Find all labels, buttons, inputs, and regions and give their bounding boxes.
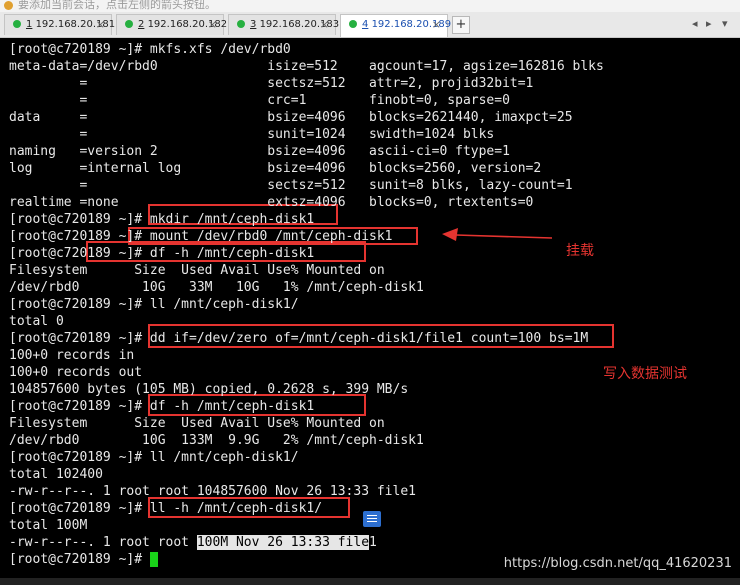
bottom-strip	[0, 578, 740, 585]
write-test-annotation: 写入数据测试	[603, 363, 687, 383]
terminal-line: [root@c720189 ~]# mkdir /mnt/ceph-disk1	[9, 211, 314, 228]
tab-number: 1	[26, 19, 32, 30]
terminal-line: -rw-r--r--. 1 root root 104857600 Nov 26…	[9, 483, 416, 500]
document-icon	[363, 511, 381, 527]
terminal-line: total 102400	[9, 466, 103, 483]
annotation-arrow	[440, 226, 555, 246]
terminal-line: data = bsize=4096 blocks=2621440, imaxpc…	[9, 109, 573, 126]
terminal-line: [root@c720189 ~]#	[9, 551, 150, 568]
tab-session-3[interactable]: 3 192.168.20.183 ×	[228, 14, 336, 35]
tab-list-dropdown-icon[interactable]: ▾	[722, 17, 728, 30]
terminal-line: log =internal log bsize=4096 blocks=2560…	[9, 160, 541, 177]
terminal-line: Filesystem Size Used Avail Use% Mounted …	[9, 415, 385, 432]
connected-status-icon	[125, 20, 133, 28]
notification-text: 要添加当前会话，点击左侧的箭头按钮。	[18, 0, 216, 12]
terminal-line: [root@c720189 ~]# ll /mnt/ceph-disk1/	[9, 449, 299, 466]
terminal-line: = sectsz=512 sunit=8 blks, lazy-count=1	[9, 177, 573, 194]
terminal-output[interactable]: 挂载 写入数据测试 https://blog.csdn.net/qq_41620…	[0, 38, 740, 585]
connected-status-icon	[349, 20, 357, 28]
close-tab-icon[interactable]: ×	[96, 15, 105, 35]
close-tab-icon[interactable]: ×	[432, 15, 441, 35]
terminal-line: [root@c720189 ~]# dd if=/dev/zero of=/mn…	[9, 330, 588, 347]
tab-number: 3	[250, 19, 256, 30]
terminal-cursor	[150, 552, 158, 567]
terminal-line: meta-data=/dev/rbd0 isize=512 agcount=17…	[9, 58, 604, 75]
terminal-line: /dev/rbd0 10G 33M 10G 1% /mnt/ceph-disk1	[9, 279, 424, 296]
terminal-line: [root@c720189 ~]# ll /mnt/ceph-disk1/	[9, 296, 299, 313]
tab-number: 2	[138, 19, 144, 30]
tab-session-4[interactable]: 4 192.168.20.189 ×	[340, 14, 448, 37]
info-icon	[4, 1, 13, 10]
close-tab-icon[interactable]: ×	[320, 15, 329, 35]
line-text: 1	[369, 535, 377, 550]
terminal-line: 100+0 records in	[9, 347, 134, 364]
mount-annotation: 挂载	[566, 240, 594, 260]
terminal-line: [root@c720189 ~]# ll -h /mnt/ceph-disk1/	[9, 500, 322, 517]
terminal-line: = sectsz=512 attr=2, projid32bit=1	[9, 75, 533, 92]
selected-text[interactable]: 100M Nov 26 13:33 file	[197, 535, 369, 550]
scroll-tabs-left-icon[interactable]: ◂	[692, 17, 698, 30]
terminal-line: = crc=1 finobt=0, sparse=0	[9, 92, 510, 109]
terminal-line: Filesystem Size Used Avail Use% Mounted …	[9, 262, 385, 279]
new-tab-button[interactable]: +	[452, 16, 470, 34]
connected-status-icon	[13, 20, 21, 28]
session-tab-bar: 1 192.168.20.181 × 2 192.168.20.182 × 3 …	[0, 12, 740, 38]
line-text: -rw-r--r--. 1 root root	[9, 535, 197, 550]
terminal-line: realtime =none extsz=4096 blocks=0, rtex…	[9, 194, 533, 211]
watermark: https://blog.csdn.net/qq_41620231	[504, 556, 732, 571]
notification-strip: 要添加当前会话，点击左侧的箭头按钮。	[0, 0, 740, 12]
terminal-line: = sunit=1024 swidth=1024 blks	[9, 126, 494, 143]
terminal-line: 104857600 bytes (105 MB) copied, 0.2628 …	[9, 381, 408, 398]
terminal-line: 100+0 records out	[9, 364, 142, 381]
tab-session-1[interactable]: 1 192.168.20.181 ×	[4, 14, 112, 35]
terminal-line: [root@c720189 ~]# mkfs.xfs /dev/rbd0	[9, 41, 291, 58]
terminal-line: total 100M	[9, 517, 87, 534]
connected-status-icon	[237, 20, 245, 28]
tab-number: 4	[362, 19, 368, 30]
terminal-line: [root@c720189 ~]# df -h /mnt/ceph-disk1	[9, 245, 314, 262]
tab-session-2[interactable]: 2 192.168.20.182 ×	[116, 14, 224, 35]
scroll-tabs-right-icon[interactable]: ▸	[706, 17, 712, 30]
terminal-line: [root@c720189 ~]# mount /dev/rbd0 /mnt/c…	[9, 228, 393, 245]
terminal-line: /dev/rbd0 10G 133M 9.9G 2% /mnt/ceph-dis…	[9, 432, 424, 449]
terminal-line: -rw-r--r--. 1 root root 100M Nov 26 13:3…	[9, 534, 377, 551]
terminal-line: total 0	[9, 313, 64, 330]
terminal-line: [root@c720189 ~]# df -h /mnt/ceph-disk1	[9, 398, 314, 415]
close-tab-icon[interactable]: ×	[208, 15, 217, 35]
terminal-line: naming =version 2 bsize=4096 ascii-ci=0 …	[9, 143, 510, 160]
